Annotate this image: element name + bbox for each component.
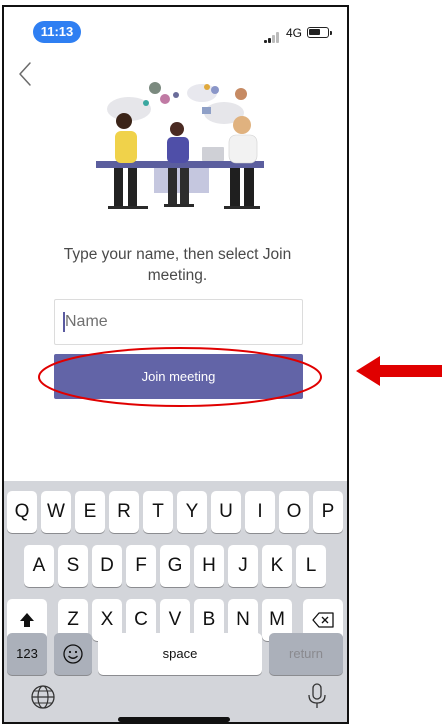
microphone-icon [308, 683, 326, 708]
key-s[interactable]: S [58, 545, 88, 587]
key-y[interactable]: Y [177, 491, 207, 533]
emoji-icon [63, 644, 83, 664]
chevron-left-icon [19, 62, 31, 86]
key-j[interactable]: J [228, 545, 258, 587]
join-meeting-button[interactable]: Join meeting [54, 354, 303, 399]
numbers-key[interactable]: 123 [7, 633, 47, 675]
key-u[interactable]: U [211, 491, 241, 533]
status-bar: 11:13 4G [4, 7, 347, 43]
key-t[interactable]: T [143, 491, 173, 533]
join-instruction: Type your name, then select Join meeting… [63, 246, 292, 284]
battery-icon [307, 27, 332, 38]
emoji-key[interactable] [54, 633, 92, 675]
keyboard: Q W E R T Y U I O P A S D F G H J K L Z … [4, 481, 347, 722]
globe-icon [31, 685, 55, 709]
key-o[interactable]: O [279, 491, 309, 533]
globe-button[interactable] [28, 682, 58, 712]
space-key[interactable]: space [98, 633, 262, 675]
delete-icon [312, 612, 334, 628]
cellular-signal-icon [264, 31, 284, 43]
phone-screen: 11:13 4G Type your name, then select Joi… [2, 5, 349, 724]
key-k[interactable]: K [262, 545, 292, 587]
key-p[interactable]: P [313, 491, 343, 533]
key-i[interactable]: I [245, 491, 275, 533]
key-l[interactable]: L [296, 545, 326, 587]
back-button[interactable] [14, 59, 38, 89]
text-cursor [63, 312, 65, 332]
shift-icon [20, 613, 34, 627]
return-key[interactable]: return [269, 633, 343, 675]
network-type: 4G [286, 26, 303, 40]
key-g[interactable]: G [160, 545, 190, 587]
key-a[interactable]: A [24, 545, 54, 587]
key-f[interactable]: F [126, 545, 156, 587]
dictation-button[interactable] [302, 681, 332, 711]
red-arrow-annotation [356, 356, 442, 386]
key-w[interactable]: W [41, 491, 71, 533]
key-h[interactable]: H [194, 545, 224, 587]
status-time: 11:13 [33, 21, 81, 43]
key-d[interactable]: D [92, 545, 122, 587]
name-input[interactable] [54, 299, 303, 345]
meeting-illustration [96, 82, 264, 209]
key-e[interactable]: E [75, 491, 105, 533]
home-indicator [118, 717, 230, 722]
key-q[interactable]: Q [7, 491, 37, 533]
key-r[interactable]: R [109, 491, 139, 533]
